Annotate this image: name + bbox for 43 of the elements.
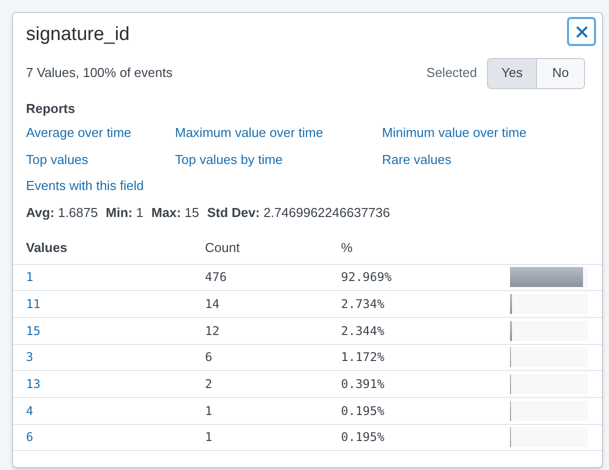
popup-title: signature_id bbox=[26, 23, 130, 47]
report-link[interactable]: Maximum value over time bbox=[175, 123, 324, 142]
value-link[interactable]: 3 bbox=[26, 348, 34, 366]
count-cell-text: 14 bbox=[205, 296, 220, 314]
report-link[interactable]: Top values by time bbox=[175, 150, 283, 169]
stat-text: Max: 15 bbox=[151, 204, 200, 222]
percent-cell-text: 92.969% bbox=[341, 269, 392, 286]
value-link[interactable]: 15 bbox=[26, 322, 40, 340]
value-link[interactable]: 6 bbox=[26, 428, 34, 446]
report-link[interactable]: Top values bbox=[26, 150, 88, 169]
percent-cell-text: 0.195% bbox=[341, 402, 384, 420]
report-link[interactable]: Average over time bbox=[26, 123, 132, 142]
count-cell-text: 1 bbox=[205, 402, 212, 420]
count-cell-text: 1 bbox=[205, 429, 212, 446]
stat-text: Avg: 1.6875 bbox=[26, 204, 98, 222]
value-link[interactable]: 1 bbox=[26, 268, 34, 286]
report-link[interactable]: Minimum value over time bbox=[382, 123, 526, 142]
close-icon bbox=[574, 24, 588, 38]
selected-label: Selected bbox=[426, 64, 477, 82]
column-header: % bbox=[341, 239, 354, 257]
column-header: Count bbox=[205, 239, 241, 257]
value-link[interactable]: 13 bbox=[26, 375, 40, 394]
stat-text: Std Dev: 2.7469962246637736 bbox=[207, 204, 390, 222]
count-cell-text: 12 bbox=[205, 322, 220, 340]
report-link[interactable]: Events with this field bbox=[26, 176, 144, 196]
value-link[interactable]: 4 bbox=[26, 402, 34, 420]
close-button[interactable] bbox=[567, 17, 596, 46]
percent-cell-text: 2.344% bbox=[341, 322, 384, 340]
toggle-option[interactable]: Yes bbox=[488, 58, 536, 88]
reports-heading: Reports bbox=[25, 100, 76, 118]
count-cell-text: 6 bbox=[205, 349, 212, 366]
percent-cell-text: 1.172% bbox=[341, 349, 384, 366]
toggle-option[interactable]: No bbox=[536, 58, 584, 88]
values-summary: 7 Values, 100% of events bbox=[26, 64, 172, 82]
percent-cell-text: 0.391% bbox=[341, 376, 384, 394]
report-link[interactable]: Rare values bbox=[382, 150, 452, 169]
count-cell-text: 476 bbox=[205, 269, 227, 286]
count-cell-text: 2 bbox=[205, 376, 212, 394]
column-header: Values bbox=[26, 239, 68, 257]
stat-text: Min: 1 bbox=[106, 204, 144, 222]
value-link[interactable]: 11 bbox=[26, 295, 40, 314]
percent-cell-text: 2.734% bbox=[341, 296, 384, 314]
percent-cell-text: 0.195% bbox=[341, 429, 384, 446]
